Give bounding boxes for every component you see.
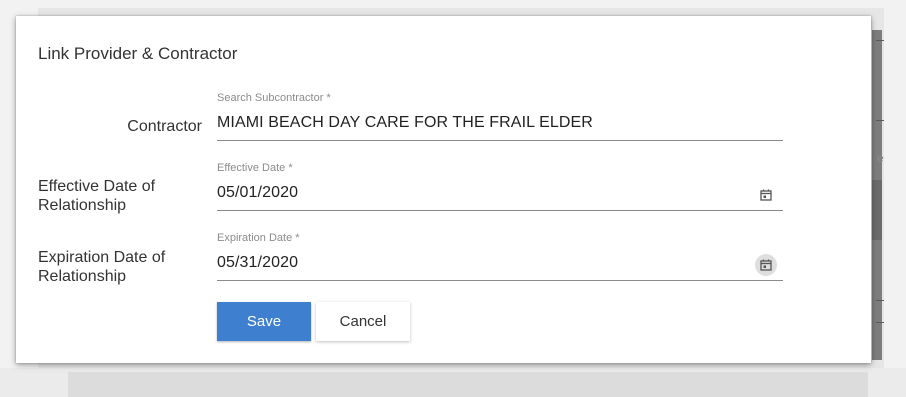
effective-date-input[interactable]: 05/01/2020	[217, 184, 298, 202]
contractor-label: Contractor	[127, 118, 202, 135]
dialog-title: Link Provider & Contractor	[38, 44, 238, 63]
background-divider	[876, 300, 884, 301]
cancel-button[interactable]: Cancel	[316, 302, 410, 341]
search-subcontractor-caption: Search Subcontractor *	[217, 92, 331, 104]
calendar-icon[interactable]	[755, 254, 777, 276]
effective-date-caption: Effective Date *	[217, 162, 293, 174]
effective-date-label-line1: Effective Date of	[38, 178, 156, 195]
background-divider	[876, 322, 884, 323]
expiration-date-caption: Expiration Date *	[217, 232, 300, 244]
background-text-fragment: e	[877, 151, 884, 165]
link-provider-dialog: Link Provider & Contractor Contractor Se…	[16, 16, 871, 363]
search-subcontractor-input[interactable]: MIAMI BEACH DAY CARE FOR THE FRAIL ELDER	[217, 114, 593, 132]
effective-date-label-line2: Relationship	[38, 197, 127, 214]
expiration-date-label-line2: Relationship	[38, 268, 127, 285]
save-button[interactable]: Save	[217, 302, 311, 341]
search-subcontractor-field[interactable]: Search Subcontractor * MIAMI BEACH DAY C…	[217, 92, 783, 141]
background-divider	[876, 40, 884, 41]
expiration-date-field[interactable]: Expiration Date * 05/31/2020	[217, 232, 783, 281]
background-scrollbar-thumb	[872, 180, 882, 240]
background-footer-panel	[68, 372, 868, 397]
expiration-date-input[interactable]: 05/31/2020	[217, 254, 298, 272]
background-divider	[876, 120, 884, 121]
expiration-date-label: Expiration Date of Relationship	[38, 248, 165, 286]
calendar-icon[interactable]	[755, 184, 777, 206]
effective-date-label: Effective Date of Relationship	[38, 177, 155, 215]
expiration-date-label-line1: Expiration Date of	[38, 249, 166, 266]
effective-date-field[interactable]: Effective Date * 05/01/2020	[217, 162, 783, 211]
